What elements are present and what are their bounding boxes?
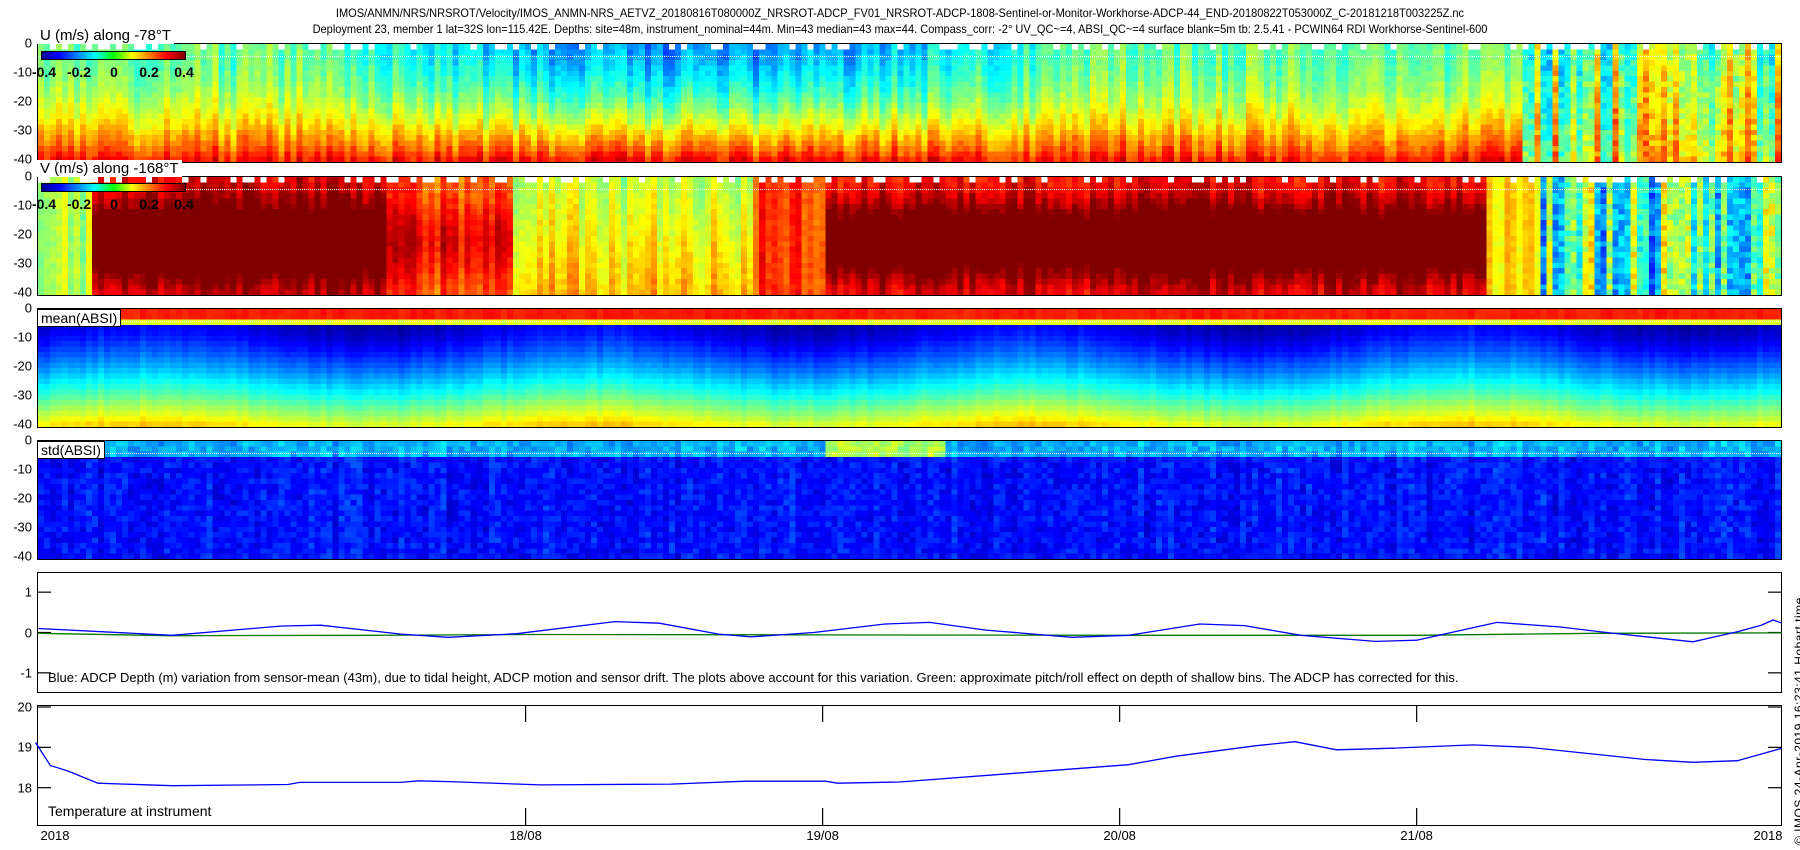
y-tick-label: 0 (24, 432, 32, 448)
y-tick-label: -10 (13, 329, 32, 345)
y-tick-label: -10 (13, 197, 32, 213)
x-tick-label: 21/08 (1400, 828, 1433, 843)
y-tick-label: -10 (13, 461, 32, 477)
colorbar-tick-label: -0.2 (66, 196, 92, 212)
colorbar-tick-label: 0 (110, 196, 118, 212)
y-tick-label: 0 (24, 300, 32, 316)
y-tick-label: -30 (13, 519, 32, 535)
credit-text: © IMOS 24-Apr-2019 16:23:41 Hobart time (1792, 597, 1800, 845)
colorbar-tick-label: 0.2 (139, 196, 159, 212)
x-tick-label: 18/08 (509, 828, 542, 843)
y-tick-label: -20 (13, 93, 32, 109)
colorbar-tick-label: 0.4 (174, 196, 194, 212)
y-tick-label: 1 (24, 584, 32, 600)
series-line-adcp-depth-variation (38, 619, 1783, 643)
y-tick-label: -30 (13, 122, 32, 138)
colorbar-tick-label: 0.4 (174, 64, 194, 80)
y-tick-label: 0 (24, 35, 32, 51)
y-tick-label: -1 (20, 665, 32, 681)
x-end-label: 2018 (1753, 828, 1783, 843)
y-tick-label: -40 (13, 416, 32, 432)
y-tick-label: -40 (13, 284, 32, 300)
y-tick-label: -40 (13, 151, 32, 167)
x-tick-label: 19/08 (806, 828, 839, 843)
series-line-pitch-roll-effect (38, 632, 1783, 637)
line-plots (34, 591, 1783, 826)
colorbar-tick-label: 0 (110, 64, 118, 80)
adcp-figure: IMOS/ANMN/NRS/NRSROT/Velocity/IMOS_ANMN-… (0, 0, 1800, 850)
y-tick-label: 0 (24, 625, 32, 640)
colorbar-tick-label: -0.4 (31, 196, 57, 212)
y-tick-label: 19 (17, 739, 32, 755)
y-tick-label: 20 (17, 699, 32, 715)
colorbar-tick-label: 0.2 (139, 64, 159, 80)
y-tick-label: -40 (13, 548, 32, 564)
y-tick-label: -20 (13, 490, 32, 506)
y-tick-label: -30 (13, 387, 32, 403)
y-tick-label: -10 (13, 64, 32, 80)
x-start-label: 2018 (40, 828, 70, 843)
y-tick-label: -20 (13, 358, 32, 374)
y-tick-label: 18 (17, 780, 32, 796)
y-tick-label: -20 (13, 226, 32, 242)
series-line-temperature (34, 741, 1783, 787)
x-tick-label: 20/08 (1103, 828, 1136, 843)
colorbar-tick-label: -0.4 (31, 64, 57, 80)
colorbar-tick-label: -0.2 (66, 64, 92, 80)
y-tick-label: -30 (13, 255, 32, 271)
y-tick-label: 0 (24, 168, 32, 184)
